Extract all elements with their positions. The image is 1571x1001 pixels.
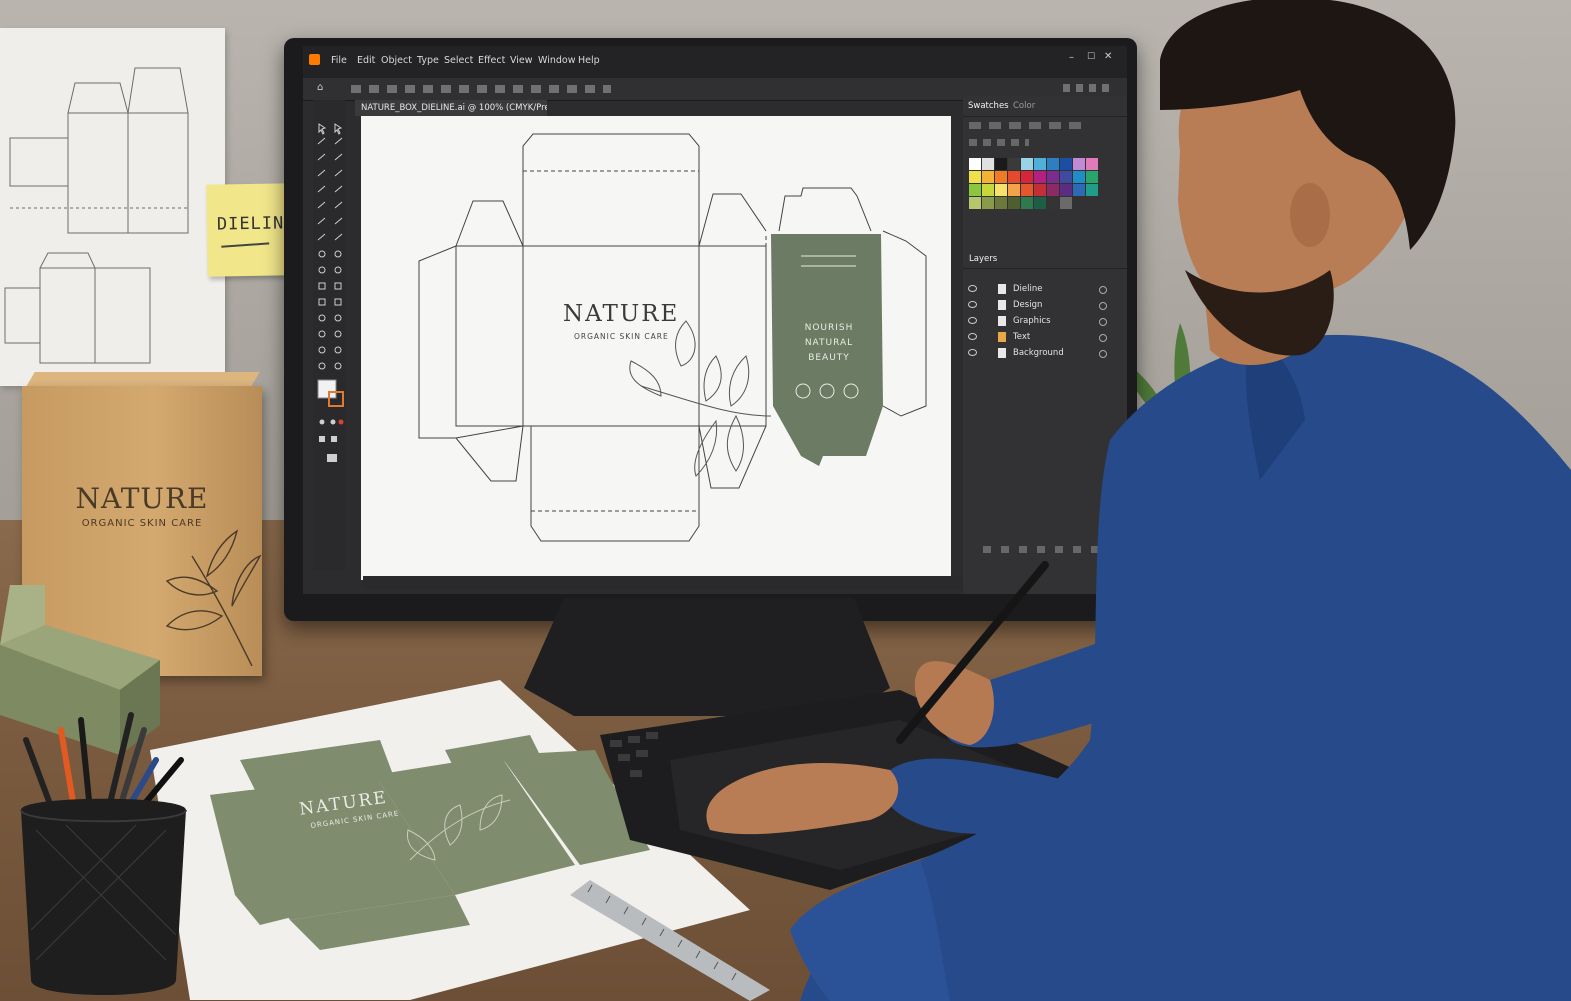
dieline-sketch-sheet [0, 28, 225, 386]
menu-window[interactable]: Window [538, 55, 575, 66]
tools-grid[interactable] [313, 100, 345, 570]
selection-indicator-icon[interactable]: ⌂ [317, 82, 323, 93]
pen-holder [20, 712, 187, 995]
sticky-note: DIELINE [206, 183, 296, 277]
artwork-tagline-text: ORGANIC SKIN CARE [574, 332, 669, 341]
menu-effect[interactable]: Effect [478, 55, 505, 66]
kraft-box-brand: NATURE [75, 482, 209, 515]
control-bar-options[interactable] [351, 85, 611, 93]
photo-scene: DIELINE NATURE ORGANIC SKIN CARE File Ed… [0, 0, 1571, 1001]
app-logo-icon [309, 54, 320, 65]
designer-person [706, 0, 1571, 1001]
document-tab[interactable]: NATURE_BOX_DIELINE.ai @ 100% (CMYK/Previ… [355, 100, 547, 116]
tools-panel [313, 100, 345, 570]
menu-help[interactable]: Help [578, 55, 600, 66]
menu-view[interactable]: View [510, 55, 533, 66]
menu-file[interactable]: File [331, 55, 347, 66]
menu-select[interactable]: Select [444, 55, 473, 66]
menu-edit[interactable]: Edit [357, 55, 375, 66]
menu-object[interactable]: Object [381, 55, 412, 66]
menu-type[interactable]: Type [417, 55, 439, 66]
artwork-brand-text: NATURE [563, 301, 680, 327]
sketch-drawing [4, 67, 190, 364]
leaf-illustration-icon [165, 529, 262, 666]
